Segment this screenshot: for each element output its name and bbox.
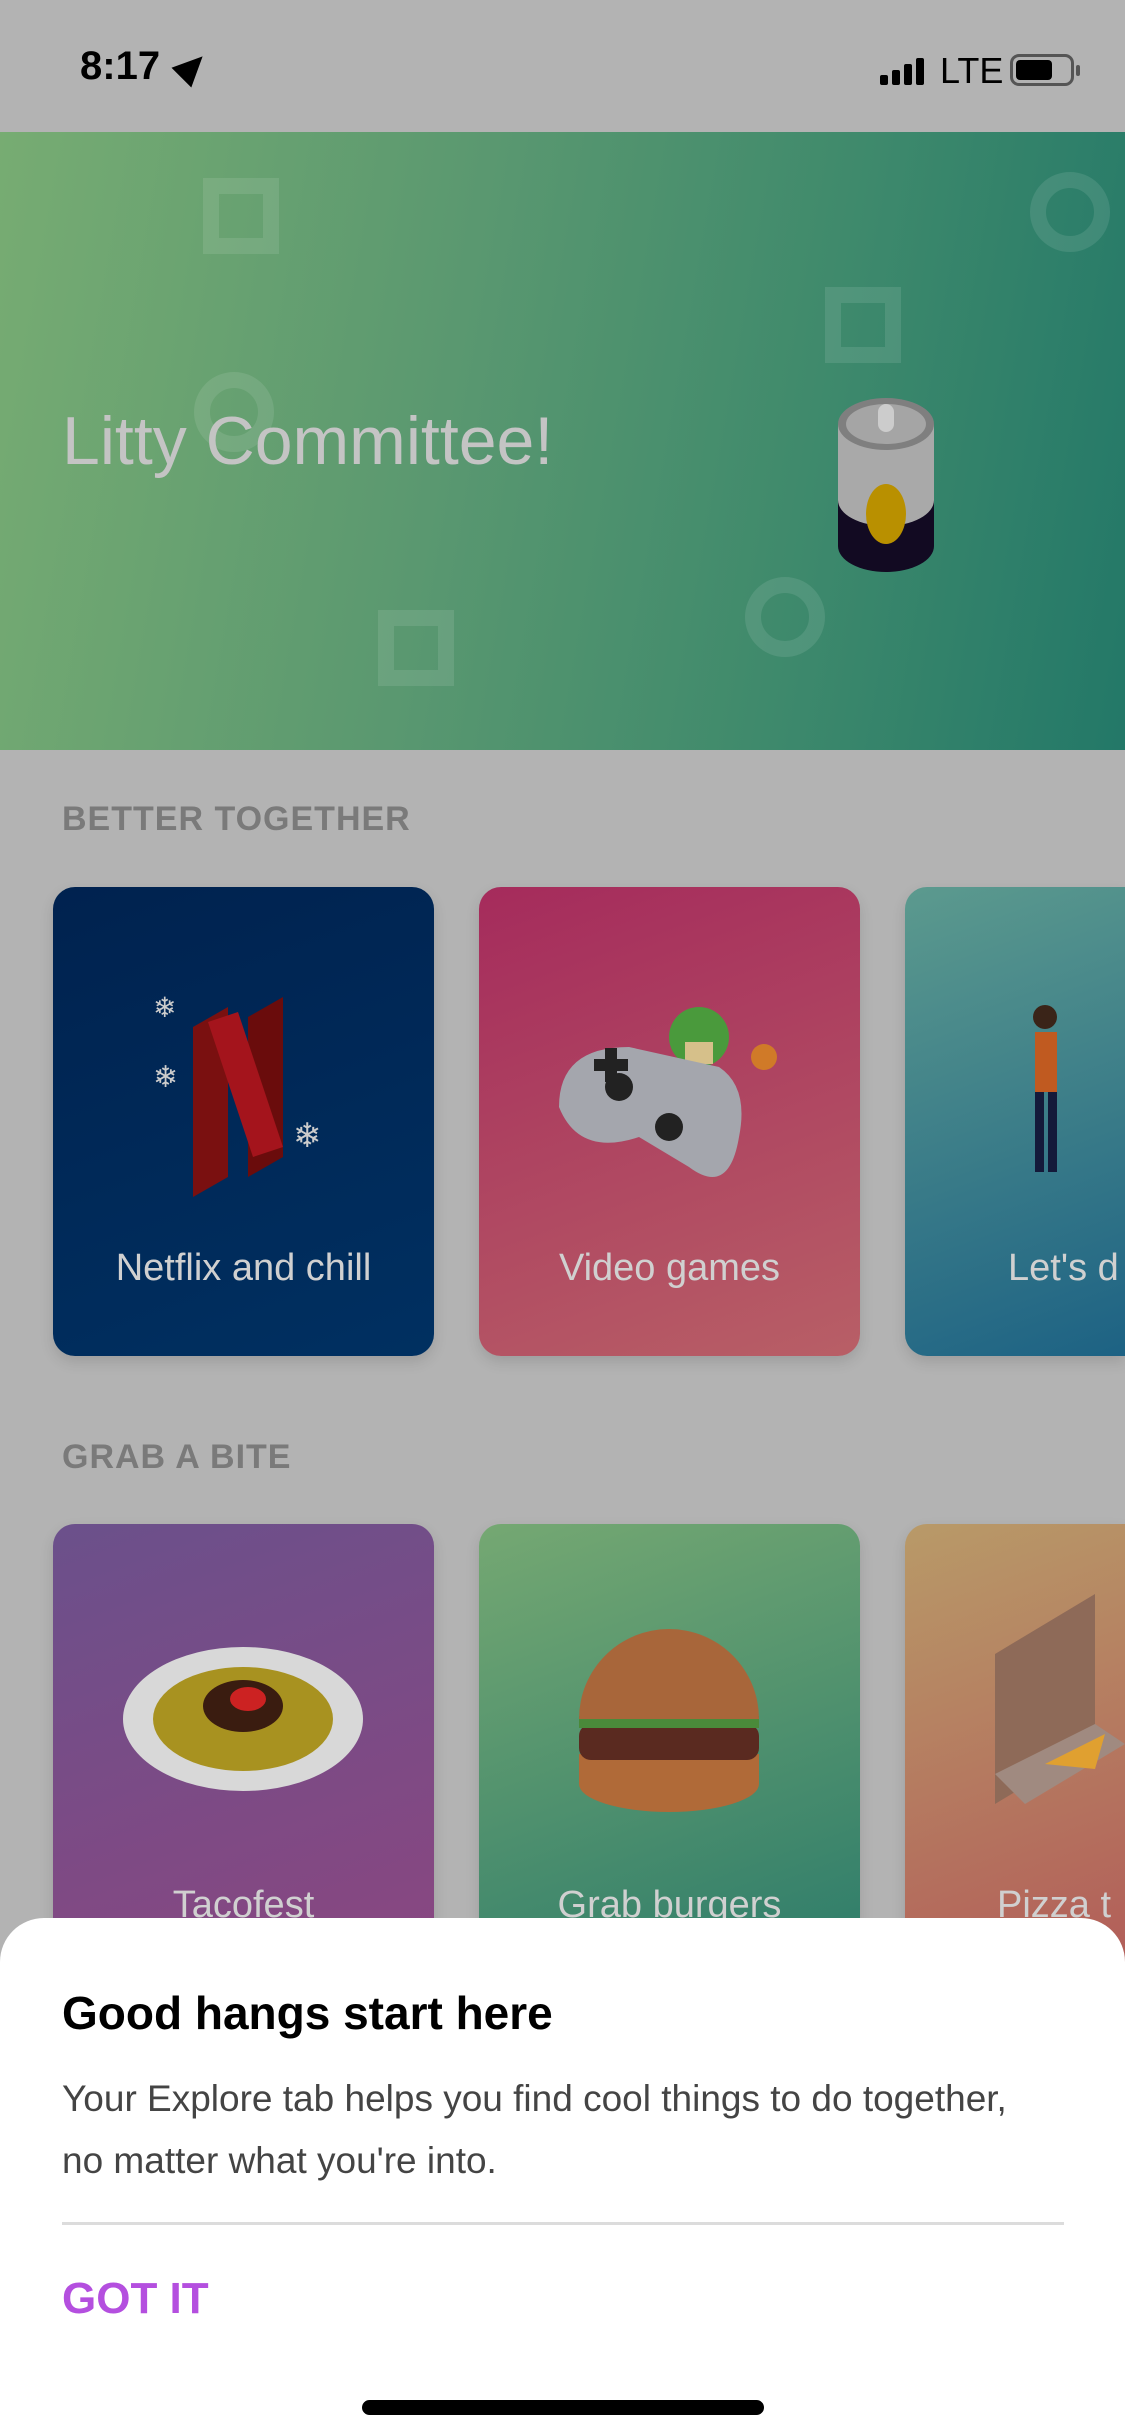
- card-label: Netflix and chill: [115, 1247, 372, 1289]
- card-label: Video games: [558, 1247, 781, 1289]
- card-video-games[interactable]: Video games: [479, 887, 860, 1356]
- sheet-title: Good hangs start here: [62, 1987, 553, 2039]
- netflix-logo-icon: ❄ ❄ ❄: [153, 992, 322, 1197]
- group-hero-banner: Litty Committee!: [0, 132, 1125, 750]
- got-it-button[interactable]: GOT IT: [62, 2274, 209, 2324]
- status-time: 8:17: [80, 44, 161, 88]
- sheet-body: Your Explore tab helps you find cool thi…: [62, 2078, 1007, 2181]
- gamepad-icon: [559, 1007, 777, 1177]
- card-label: Let's d: [1008, 1247, 1119, 1289]
- signal-icon: [880, 58, 924, 85]
- svg-text:❄: ❄: [153, 992, 176, 1023]
- soda-can-icon: [838, 398, 934, 572]
- divider: [62, 2222, 1064, 2225]
- taco-plate-icon: [123, 1647, 363, 1791]
- svg-text:❄: ❄: [293, 1117, 322, 1155]
- pizza-box-icon: [995, 1594, 1125, 1804]
- dancers-icon: [1033, 1005, 1057, 1172]
- card-lets-dance[interactable]: Let's d: [905, 887, 1125, 1356]
- card-netflix-and-chill[interactable]: ❄ ❄ ❄ Netflix and chill: [53, 887, 434, 1356]
- group-title: Litty Committee!: [62, 403, 554, 479]
- battery-icon: [1010, 54, 1080, 86]
- onboarding-bottom-sheet: Good hangs start here Your Explore tab h…: [0, 1918, 1125, 2436]
- status-bar: 8:17 LTE: [0, 0, 1125, 132]
- burger-icon: [579, 1629, 759, 1812]
- section-title-grab-a-bite: GRAB A BITE: [62, 1438, 292, 1476]
- svg-text:❄: ❄: [153, 1061, 178, 1094]
- section-title-better-together: BETTER TOGETHER: [62, 800, 411, 838]
- home-indicator[interactable]: [362, 2400, 764, 2415]
- location-arrow-icon: [171, 46, 213, 88]
- network-type: LTE: [940, 50, 1004, 91]
